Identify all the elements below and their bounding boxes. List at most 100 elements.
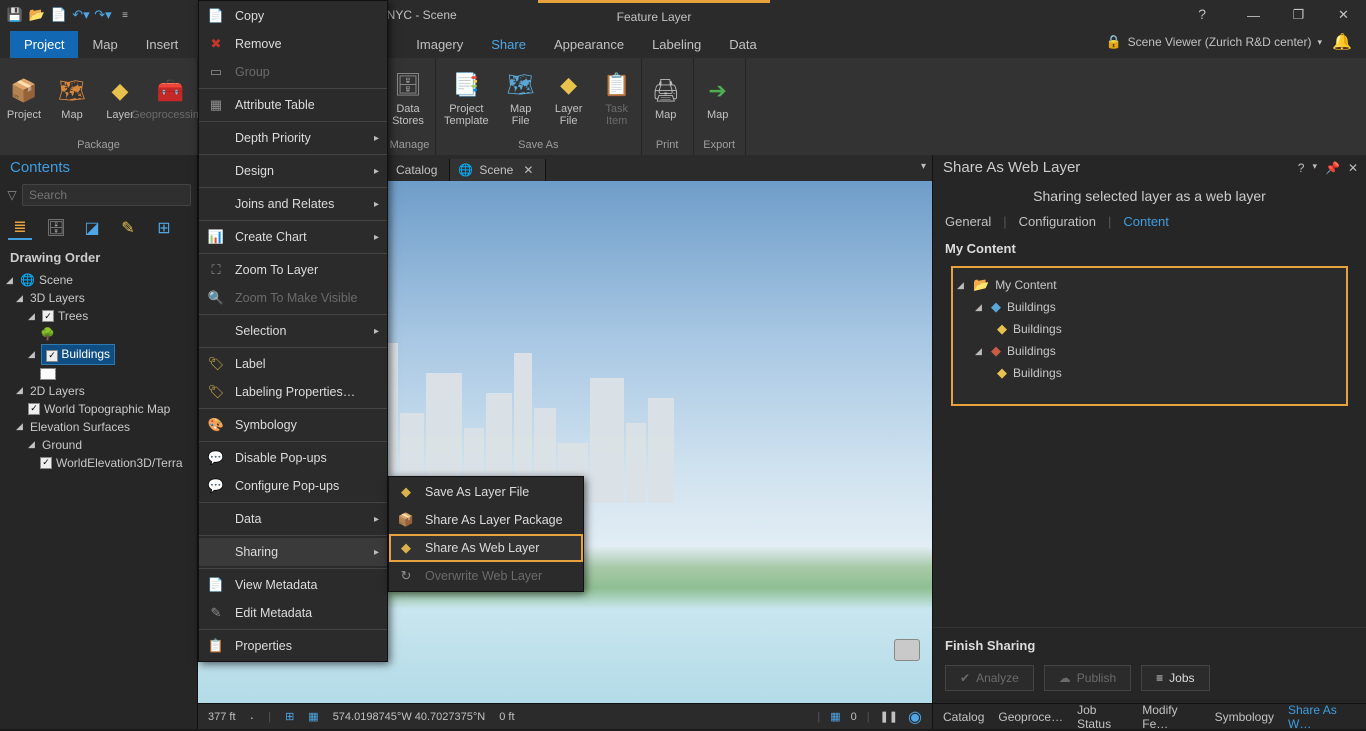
ctx-remove[interactable]: ✖Remove (199, 30, 387, 58)
restore-button[interactable]: ❐ (1276, 0, 1321, 30)
open-icon[interactable]: 📂 (28, 6, 46, 24)
dock-tab-geoprocessing[interactable]: Geoproce… (998, 710, 1063, 724)
tabs-overflow-icon[interactable]: ▾ (921, 161, 926, 172)
buildings-checkbox[interactable]: ✓ (46, 350, 58, 362)
scene-node-label[interactable]: Scene (39, 273, 73, 287)
content-buildings1-label[interactable]: Buildings (1007, 300, 1056, 314)
doc-tab-scene[interactable]: 🌐Scene✕ (450, 159, 546, 181)
ctx-attribute-table[interactable]: ▦Attribute Table (199, 91, 387, 119)
share-tab-content[interactable]: Content (1123, 214, 1169, 229)
close-pane-icon[interactable]: ✕ (1348, 161, 1358, 175)
data-source-icon[interactable]: 🗄 (44, 216, 68, 240)
tab-share[interactable]: Share (477, 31, 540, 58)
share-tab-general[interactable]: General (945, 214, 991, 229)
trees-label[interactable]: Trees (58, 309, 88, 323)
undo-icon[interactable]: ↶▾ (72, 6, 90, 24)
content-layer1-label[interactable]: Buildings (1013, 322, 1062, 336)
worldelev-label[interactable]: WorldElevation3D/Terra (56, 456, 183, 470)
dock-tab-symbology[interactable]: Symbology (1215, 710, 1274, 724)
sub-save-as-layer-file[interactable]: ◆Save As Layer File (389, 478, 583, 506)
ctx-design[interactable]: ·Design▸ (199, 157, 387, 185)
scene-tab-close-icon[interactable]: ✕ (523, 163, 533, 177)
print-map-button[interactable]: 🖨Map (642, 58, 690, 137)
scale-label[interactable]: 377 ft (208, 711, 236, 723)
editing-view-icon[interactable]: ✎ (116, 216, 140, 240)
tab-appearance[interactable]: Appearance (540, 31, 638, 58)
selection-count-icon[interactable]: ▦ (830, 710, 840, 723)
worldelev-checkbox[interactable]: ✓ (40, 457, 52, 469)
pkg-map-button[interactable]: 🗺Map (48, 58, 96, 137)
ctx-label[interactable]: 🏷Label (199, 350, 387, 378)
ctx-symbology[interactable]: 🎨Symbology (199, 411, 387, 439)
dock-tab-modify[interactable]: Modify Fe… (1142, 703, 1200, 731)
basemap-button[interactable] (894, 639, 920, 661)
help-icon[interactable]: ? (1298, 161, 1305, 175)
new-icon[interactable]: 📄 (50, 6, 68, 24)
tab-map[interactable]: Map (78, 31, 131, 58)
pkg-layer-button[interactable]: ◆Layer (96, 58, 144, 137)
ctx-edit-metadata[interactable]: ✎Edit Metadata (199, 599, 387, 627)
snapping-view-icon[interactable]: ⊞ (152, 216, 176, 240)
buildings-layer-item[interactable]: ✓ Buildings (42, 345, 114, 364)
ctx-configure-popups[interactable]: 💬Configure Pop-ups (199, 472, 387, 500)
refresh-icon[interactable]: ◉ (908, 707, 922, 727)
ground-label[interactable]: Ground (42, 438, 82, 452)
layers-2d-label[interactable]: 2D Layers (30, 384, 85, 398)
filter-icon[interactable]: ▽ (6, 188, 18, 202)
ctx-joins-relates[interactable]: ·Joins and Relates▸ (199, 190, 387, 218)
topo-label[interactable]: World Topographic Map (44, 402, 170, 416)
sub-share-as-web-layer[interactable]: ◆Share As Web Layer (389, 534, 583, 562)
content-buildings2-label[interactable]: Buildings (1007, 344, 1056, 358)
drawing-order-icon[interactable]: ≣ (8, 216, 32, 240)
save-icon[interactable]: 💾 (6, 6, 24, 24)
ctx-create-chart[interactable]: 📊Create Chart▸ (199, 223, 387, 251)
ctx-disable-popups[interactable]: 💬Disable Pop-ups (199, 444, 387, 472)
redo-icon[interactable]: ↷▾ (94, 6, 112, 24)
help-icon[interactable]: ? (1198, 6, 1206, 22)
dock-tab-jobstatus[interactable]: Job Status (1077, 703, 1128, 731)
dock-tab-catalog[interactable]: Catalog (943, 710, 984, 724)
qat-more-icon[interactable]: ≡ (116, 6, 134, 24)
sub-share-layer-package[interactable]: 📦Share As Layer Package (389, 506, 583, 534)
contents-search-input[interactable] (22, 184, 191, 206)
map-file-button[interactable]: 🗺Map File (497, 58, 545, 137)
dock-tab-share-as-web[interactable]: Share As W… (1288, 703, 1356, 731)
tab-imagery[interactable]: Imagery (402, 31, 477, 58)
ctx-copy[interactable]: 📄Copy (199, 2, 387, 30)
content-layer2-label[interactable]: Buildings (1013, 366, 1062, 380)
pin-icon[interactable]: 📌 (1325, 161, 1340, 175)
grid-icon[interactable]: ▦ (308, 710, 318, 723)
selection-view-icon[interactable]: ◪ (80, 216, 104, 240)
data-stores-button[interactable]: 🗄Data Stores (384, 58, 432, 137)
pkg-project-button[interactable]: 📦Project (0, 58, 48, 137)
signed-in-user[interactable]: 🔒 Scene Viewer (Zurich R&D center) ▾ (1105, 34, 1322, 50)
ctx-properties[interactable]: 📋Properties (199, 632, 387, 660)
ctx-depth-priority[interactable]: ·Depth Priority▸ (199, 124, 387, 152)
ctx-view-metadata[interactable]: 📄View Metadata (199, 571, 387, 599)
tab-data[interactable]: Data (715, 31, 770, 58)
tab-labeling[interactable]: Labeling (638, 31, 715, 58)
tab-insert[interactable]: Insert (132, 31, 193, 58)
share-tab-configuration[interactable]: Configuration (1019, 214, 1096, 229)
export-map-button[interactable]: ➔Map (694, 58, 742, 137)
ctx-sharing[interactable]: ·Sharing▸ (199, 538, 387, 566)
pause-icon[interactable]: ❚❚ (880, 710, 898, 723)
content-root-label[interactable]: My Content (995, 278, 1056, 292)
trees-checkbox[interactable]: ✓ (42, 310, 54, 322)
ctx-labeling-properties[interactable]: 🏷Labeling Properties… (199, 378, 387, 406)
tab-project[interactable]: Project (10, 31, 78, 58)
layers-3d-label[interactable]: 3D Layers (30, 291, 85, 305)
notifications-icon[interactable]: 🔔 (1332, 32, 1352, 52)
snap-icon[interactable]: ⊞ (285, 710, 294, 723)
layer-file-button[interactable]: ◆Layer File (545, 58, 593, 137)
ctx-selection[interactable]: ·Selection▸ (199, 317, 387, 345)
topo-checkbox[interactable]: ✓ (28, 403, 40, 415)
jobs-button[interactable]: ≡Jobs (1141, 665, 1209, 691)
project-template-button[interactable]: 📑Project Template (436, 58, 497, 137)
minimize-button[interactable]: — (1231, 0, 1276, 30)
doc-tab-catalog[interactable]: Catalog (388, 159, 450, 181)
ctx-data[interactable]: ·Data▸ (199, 505, 387, 533)
close-button[interactable]: ✕ (1321, 0, 1366, 30)
elevation-surfaces-label[interactable]: Elevation Surfaces (30, 420, 130, 434)
ctx-zoom-to-layer[interactable]: ⛶Zoom To Layer (199, 256, 387, 284)
